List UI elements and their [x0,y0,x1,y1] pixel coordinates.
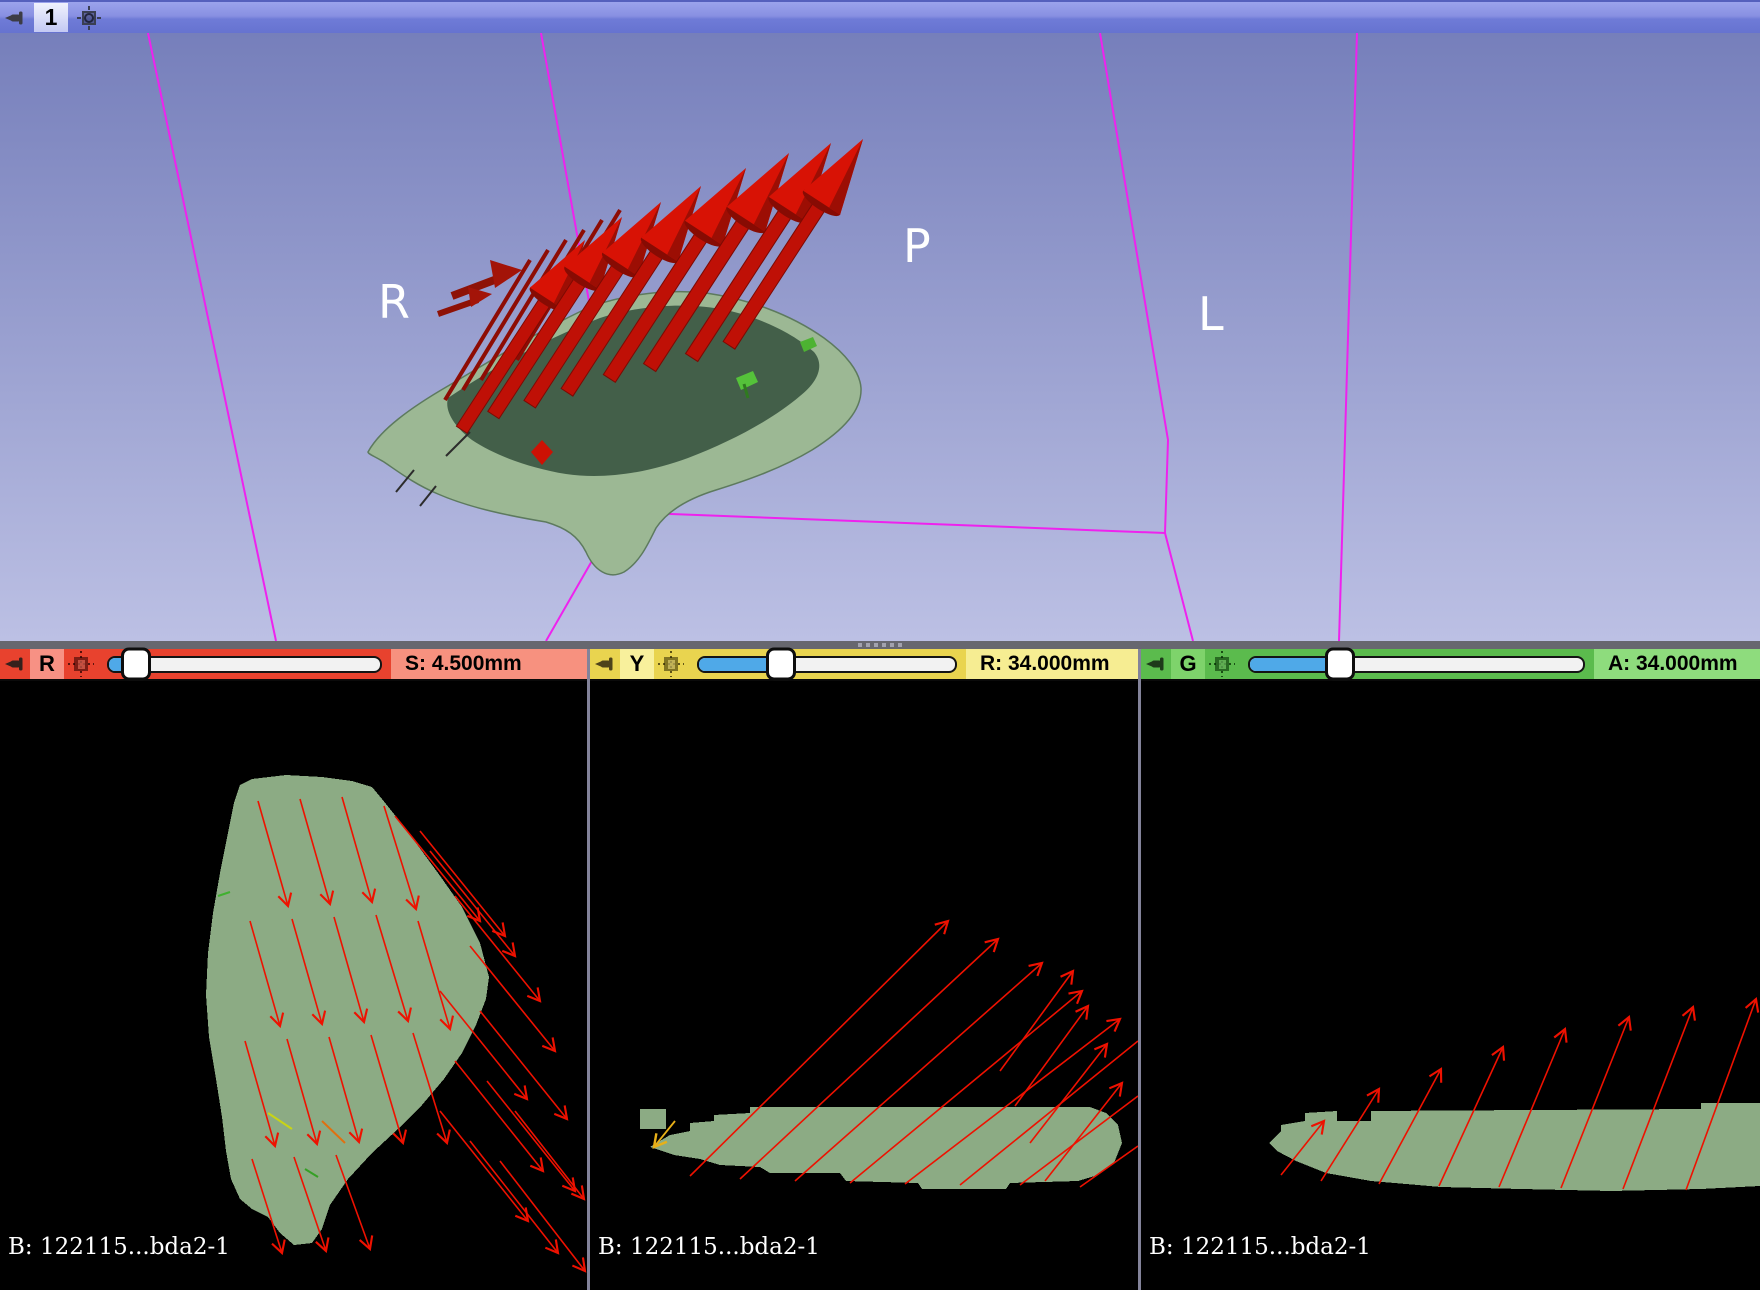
slider-handle[interactable] [121,648,151,681]
slice-visibility-icon[interactable] [654,651,688,677]
splitter-dot [858,643,862,647]
pin-icon[interactable] [0,653,30,675]
background-volume-label: B: 122115...bda2-1 [8,1234,230,1260]
3d-background [0,33,1760,641]
red-slice-offset-label: S: 4.500mm [391,649,587,679]
yellow-slice-panel: Y R: 34.000mm [590,649,1138,1290]
green-slice-offset-slider[interactable] [1248,656,1585,673]
yellow-slice-letter-badge[interactable]: Y [620,649,654,679]
view-options-icon-glyph [76,5,102,31]
red-slice-viewport[interactable]: B: 122115...bda2-1 [0,681,587,1290]
green-slice-viewport[interactable]: B: 122115...bda2-1 [1141,681,1760,1290]
slice-visibility-icon[interactable] [64,651,98,677]
pin-icon[interactable] [1141,653,1171,675]
3d-view-badge: 1 [34,3,68,32]
segment-region [640,1107,1122,1189]
red-slice-offset-slider[interactable] [107,656,382,673]
3d-viewport[interactable]: P [0,33,1760,641]
slice-visibility-icon[interactable] [1205,651,1239,677]
red-slice-controls: R S: 4.500mm [0,649,587,681]
red-slice-letter-badge[interactable]: R [30,649,64,679]
background-volume-label: B: 122115...bda2-1 [598,1234,820,1260]
orientation-label-posterior: P [903,219,931,273]
slider-handle[interactable] [766,648,796,681]
green-slice-controls: G A: 34.000mm [1141,649,1760,681]
pin-icon[interactable] [0,7,30,29]
background-volume-label: B: 122115...bda2-1 [1149,1234,1371,1260]
3d-view-toolbar: 1 [0,0,1760,33]
slider-handle[interactable] [1325,648,1355,681]
pin-icon-glyph [4,7,26,29]
yellow-slice-viewport[interactable]: B: 122115...bda2-1 [590,681,1138,1290]
yellow-slice-controls: Y R: 34.000mm [590,649,1138,681]
pin-icon[interactable] [590,653,620,675]
yellow-slice-offset-slider[interactable] [697,656,957,673]
slice-view-row: R S: 4.500mm [0,649,1760,1290]
view-splitter[interactable] [0,641,1760,649]
green-slice-panel: G A: 34.000mm [1141,649,1760,1290]
orientation-label-left: L [1198,287,1224,341]
orientation-label-right: R [378,275,410,329]
segment-region [206,775,489,1245]
red-slice-panel: R S: 4.500mm [0,649,587,1290]
yellow-slice-offset-label: R: 34.000mm [966,649,1138,679]
green-slice-letter-badge[interactable]: G [1171,649,1205,679]
green-slice-offset-label: A: 34.000mm [1594,649,1760,679]
view-options-icon[interactable] [72,5,106,31]
slicer-window: 1 [0,0,1760,1290]
